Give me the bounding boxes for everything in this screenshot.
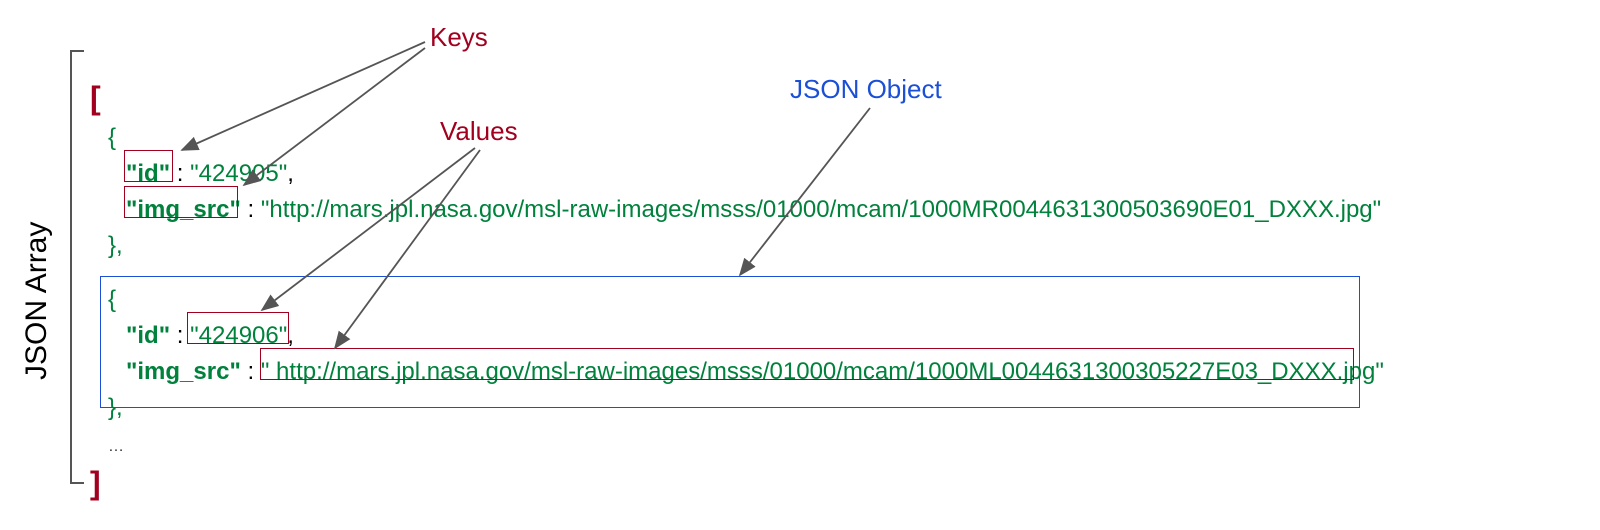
highlight-key-imgsrc-obj1 (124, 186, 238, 218)
obj1-line-img: "img_src" : "http://mars.jpl.nasa.gov/ms… (90, 192, 1550, 228)
json-array-label: JSON Array (22, 222, 52, 380)
highlight-json-object (100, 276, 1360, 408)
obj1-line-id: "id" : "424905", (90, 156, 1550, 192)
big-bracket-icon (70, 50, 84, 484)
obj1-val-id: 424905 (199, 160, 279, 187)
highlight-key-id-obj1 (124, 150, 173, 182)
brace-open-1: { (108, 124, 116, 151)
label-keys: Keys (430, 22, 488, 53)
obj1-val-img: http://mars.jpl.nasa.gov/msl-raw-images/… (269, 196, 1372, 223)
ellipsis: … (108, 438, 124, 455)
open-bracket: [ (90, 80, 101, 116)
close-bracket: ] (90, 465, 101, 501)
brace-close-1: }, (108, 232, 123, 259)
